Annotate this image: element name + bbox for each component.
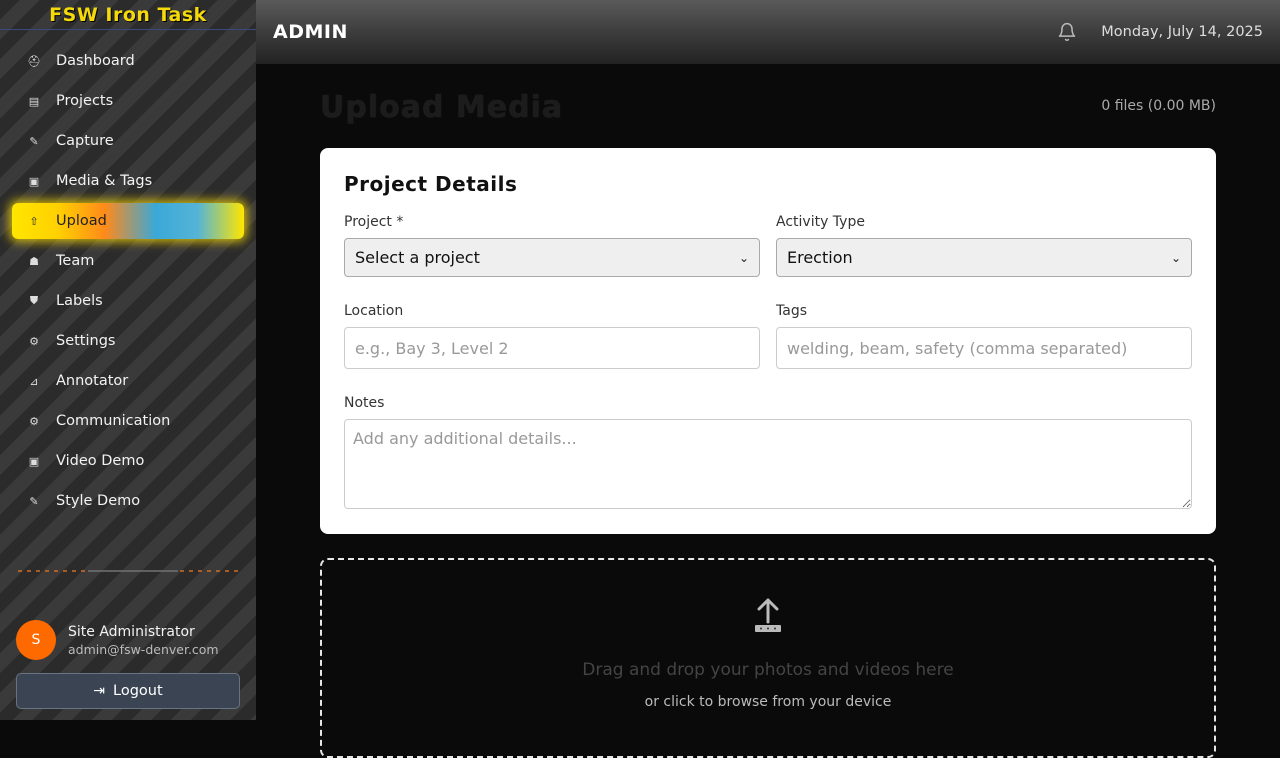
sidebar-item-label: Dashboard (56, 53, 135, 69)
tags-input[interactable] (776, 327, 1192, 369)
user-email: admin@fsw-denver.com (68, 641, 219, 657)
card-title: Project Details (344, 172, 518, 196)
sidebar-item-label: Settings (56, 333, 116, 349)
sidebar-item-label: Labels (56, 293, 103, 309)
sidebar-item-upload[interactable]: ⇧ Upload (12, 203, 244, 239)
notes-label: Notes (344, 395, 385, 411)
sidebar-item-label: Style Demo (56, 493, 141, 509)
gear-icon: ⚙ (29, 414, 39, 428)
notes-textarea[interactable] (344, 419, 1192, 509)
ruler-icon: ⊿ (29, 374, 39, 388)
pencil-icon: ✎ (29, 494, 39, 508)
page-title: Upload Media (320, 90, 564, 125)
image-icon: ▣ (28, 174, 40, 188)
sidebar-item-label: Team (56, 253, 95, 269)
chevron-down-icon: ⌄ (1170, 250, 1181, 265)
logout-label: Logout (113, 683, 163, 699)
file-count: 0 files (0.00 MB) (1101, 98, 1216, 114)
project-select-value: Select a project (355, 248, 480, 267)
sidebar-item-dashboard[interactable]: ⛑ Dashboard (12, 43, 244, 79)
sidebar-nav: ⛑ Dashboard ▤ Projects ✎ Capture ▣ Media & Tags… (12, 43, 244, 523)
location-label: Location (344, 303, 404, 319)
project-label: Project * (344, 214, 404, 230)
sidebar-item-label: Capture (56, 133, 114, 149)
brand-logo-text[interactable]: FSW Iron Task (49, 4, 207, 26)
sidebar-item-labels[interactable]: ⛊ Labels (12, 283, 244, 319)
folder-icon: ▤ (28, 94, 40, 108)
dropzone-text: Drag and drop your photos and videos her… (582, 660, 954, 680)
topbar-title: ADMIN (273, 21, 348, 43)
sidebar-item-capture[interactable]: ✎ Capture (12, 123, 244, 159)
sidebar-item-video-demo[interactable]: ▣ Video Demo (12, 443, 244, 479)
gear-icon: ⚙ (29, 334, 39, 348)
logout-button[interactable]: ⇥ Logout (16, 673, 240, 709)
sidebar-item-label: Annotator (56, 373, 129, 389)
avatar: S (16, 620, 56, 660)
upload-icon: ⇧ (29, 214, 39, 228)
sidebar-item-team[interactable]: ☗ Team (12, 243, 244, 279)
sidebar-item-style-demo[interactable]: ✎ Style Demo (12, 483, 244, 519)
sidebar-divider (18, 570, 238, 572)
user-profile: S Site Administrator admin@fsw-denver.co… (16, 620, 219, 660)
activity-type-label: Activity Type (776, 214, 865, 230)
labels-icon: ⛊ (29, 294, 39, 307)
helmet-icon: ⛑ (27, 54, 41, 68)
location-input[interactable] (344, 327, 760, 369)
upload-icon (755, 598, 781, 632)
pencil-icon: ✎ (29, 134, 39, 148)
sidebar-item-settings[interactable]: ⚙ Settings (12, 323, 244, 359)
brand-header: FSW Iron Task (0, 0, 256, 30)
sidebar: FSW Iron Task ⛑ Dashboard ▤ Projects ✎ Captur… (0, 0, 256, 720)
sidebar-item-media-tags[interactable]: ▣ Media & Tags (12, 163, 244, 199)
sidebar-item-label: Media & Tags (56, 173, 153, 189)
activity-type-select[interactable]: Erection ⌄ (776, 238, 1192, 277)
image-icon: ▣ (28, 454, 40, 468)
project-select[interactable]: Select a project ⌄ (344, 238, 760, 277)
project-details-card: Project Details Project * Select a proje… (320, 148, 1216, 534)
sidebar-item-label: Projects (56, 93, 114, 109)
activity-type-value: Erection (787, 248, 853, 267)
current-date: Monday, July 14, 2025 (1101, 24, 1263, 40)
chevron-down-icon: ⌄ (738, 250, 749, 265)
sidebar-item-label: Communication (56, 413, 171, 429)
tags-label: Tags (776, 303, 807, 319)
top-bar: ADMIN Monday, July 14, 2025 (256, 0, 1280, 64)
sidebar-item-projects[interactable]: ▤ Projects (12, 83, 244, 119)
sidebar-item-communication[interactable]: ⚙ Communication (12, 403, 244, 439)
logout-icon: ⇥ (93, 683, 106, 699)
dropzone-subtext: or click to browse from your device (644, 694, 892, 710)
bell-icon[interactable] (1057, 22, 1077, 42)
sidebar-item-label: Video Demo (56, 453, 145, 469)
main-content: Upload Media 0 files (0.00 MB) Project D… (256, 64, 1280, 758)
user-name: Site Administrator (68, 623, 195, 640)
team-icon: ☗ (29, 254, 39, 268)
sidebar-item-annotator[interactable]: ⊿ Annotator (12, 363, 244, 399)
upload-dropzone[interactable]: Drag and drop your photos and videos her… (320, 558, 1216, 758)
sidebar-item-label: Upload (56, 213, 107, 229)
